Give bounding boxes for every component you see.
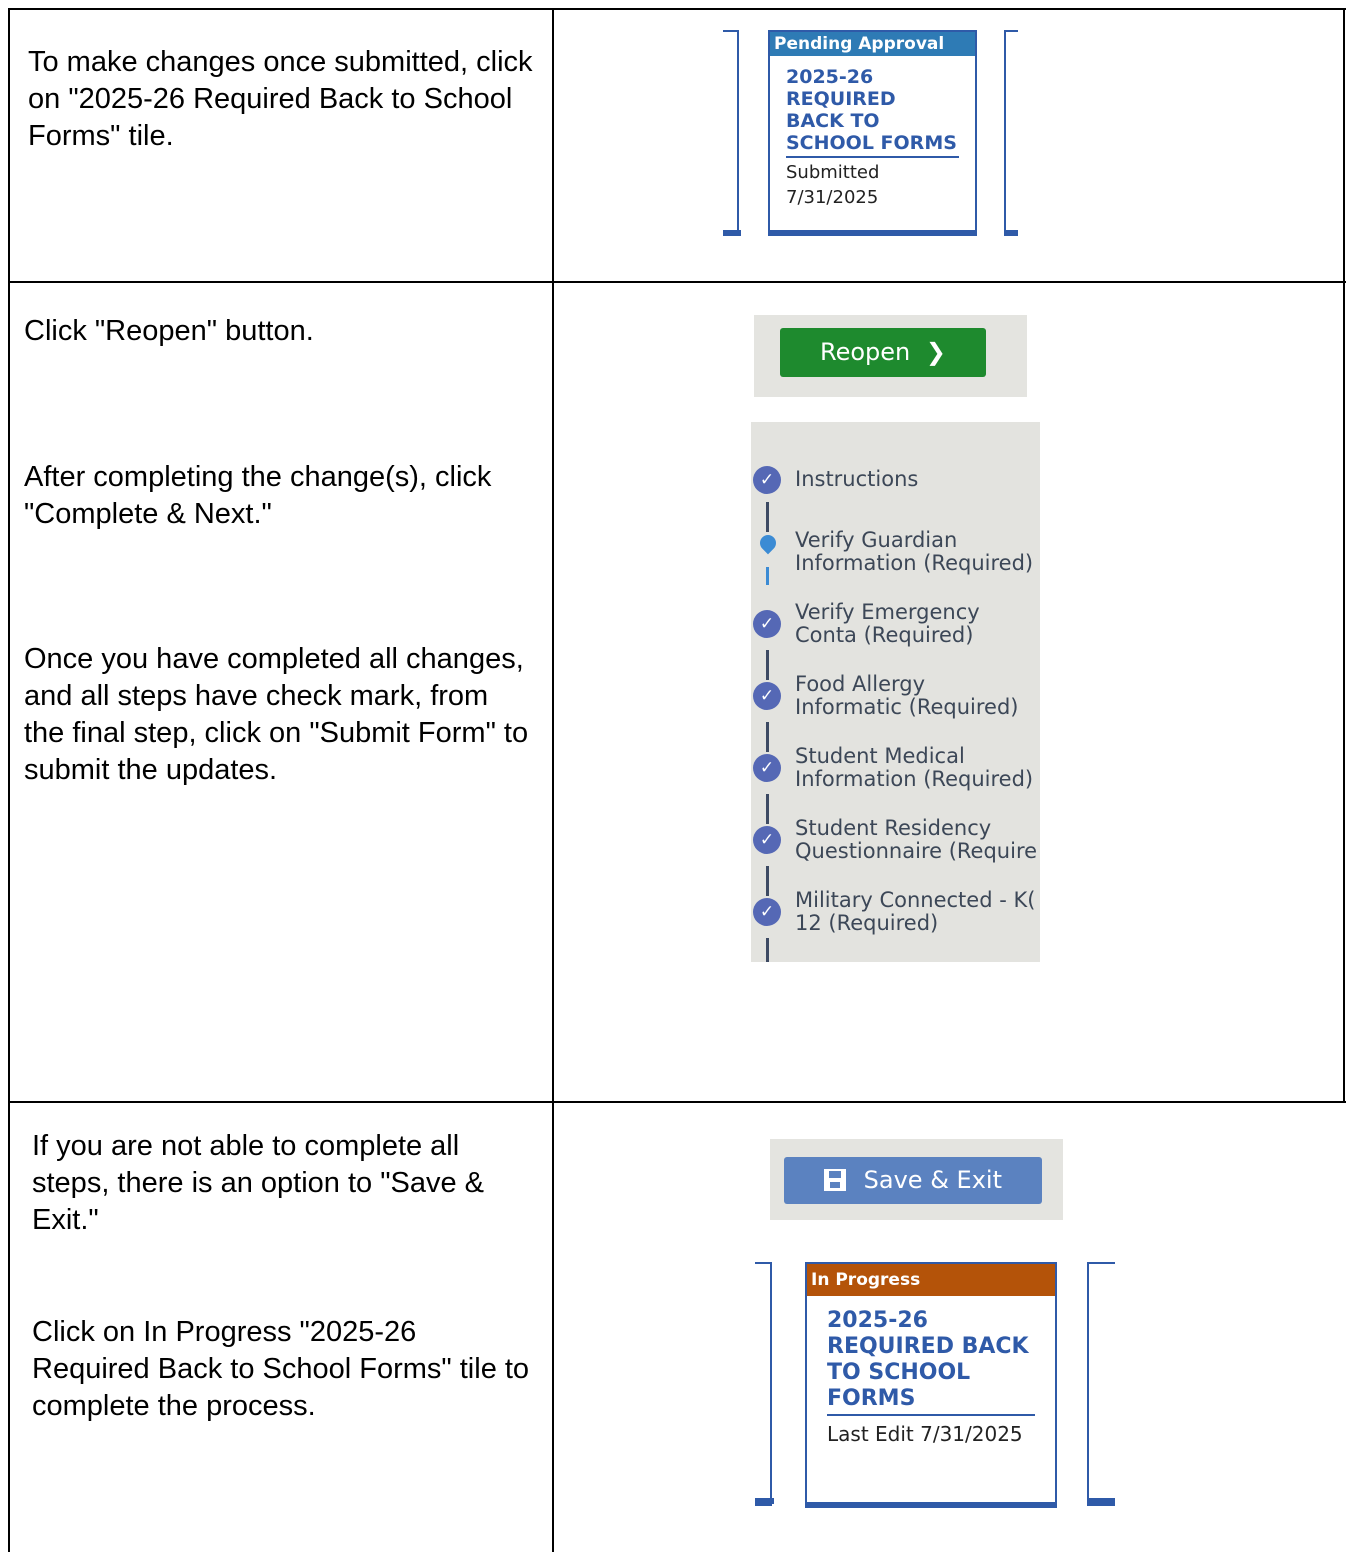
left-bracket: [723, 30, 739, 234]
check-icon: ✓: [753, 754, 781, 782]
left-bracket: [755, 1262, 772, 1506]
step-student-medical[interactable]: Student Medical Information (Required): [795, 745, 1038, 791]
table-border-row2: [8, 1101, 1346, 1103]
table-border-middle: [552, 8, 554, 1552]
check-icon: ✓: [753, 610, 781, 638]
check-icon: ✓: [753, 826, 781, 854]
check-icon: ✓: [753, 466, 781, 494]
step-instructions[interactable]: Instructions: [795, 468, 918, 491]
reopen-button-label: Reopen: [819, 338, 911, 366]
reopen-instruction: Click "Reopen" button.: [24, 315, 314, 347]
steps-sidebar: ✓ Instructions Verify Guardian Informati…: [751, 422, 1040, 962]
reopen-button[interactable]: Reopen ❯: [780, 328, 986, 377]
tile-date: 7/31/2025: [786, 187, 879, 208]
step-verify-emergency[interactable]: Verify Emergency Conta (Required): [795, 601, 1038, 647]
save-exit-screenshot: Save & Exit: [770, 1139, 1063, 1220]
tile-status-text: Submitted: [786, 162, 880, 183]
save-exit-button[interactable]: Save & Exit: [784, 1157, 1042, 1204]
table-border-left: [8, 8, 10, 1552]
save-exit-instruction: If you are not able to complete all step…: [32, 1130, 485, 1236]
check-icon: ✓: [753, 898, 781, 926]
step-food-allergy[interactable]: Food Allergy Informatic (Required): [795, 673, 1038, 719]
tile-status-header: In Progress: [807, 1264, 1055, 1296]
form-tile-in-progress[interactable]: In Progress 2025-26 REQUIRED BACK TO SCH…: [805, 1262, 1057, 1508]
step-verify-guardian[interactable]: Verify Guardian Information (Required): [795, 529, 1038, 575]
right-bracket: [1087, 1262, 1115, 1506]
table-border-row1: [8, 281, 1346, 283]
in-progress-instruction: Click on In Progress "2025-26 Required B…: [32, 1316, 530, 1422]
save-icon: [824, 1169, 847, 1191]
pending-tile-screenshot: Pending Approval 2025-26 REQUIRED BACK T…: [723, 30, 1023, 240]
in-progress-tile-screenshot: In Progress 2025-26 REQUIRED BACK TO SCH…: [755, 1262, 1115, 1552]
form-tile[interactable]: Pending Approval 2025-26 REQUIRED BACK T…: [768, 30, 977, 236]
complete-instruction: After completing the change(s), click "C…: [24, 461, 492, 530]
step-military[interactable]: Military Connected - K( 12 (Required): [795, 889, 1038, 935]
check-icon: ✓: [753, 682, 781, 710]
tile-title[interactable]: 2025-26 REQUIRED BACK TO SCHOOL FORMS: [786, 66, 959, 158]
submit-instruction: Once you have completed all changes, and…: [24, 643, 529, 786]
save-exit-label: Save & Exit: [863, 1166, 1002, 1194]
right-bracket: [1004, 30, 1018, 234]
tile-title[interactable]: 2025-26 REQUIRED BACK TO SCHOOL FORMS: [827, 1308, 1035, 1416]
tile-last-edit: Last Edit 7/31/2025: [827, 1422, 1023, 1446]
reopen-button-screenshot: Reopen ❯: [754, 315, 1027, 397]
step-residency[interactable]: Student Residency Questionnaire (Require: [795, 817, 1038, 863]
table-border-top: [8, 8, 1346, 10]
location-pin-icon: [756, 531, 780, 555]
tile-status-header: Pending Approval: [770, 32, 975, 56]
instruction-text: To make changes once submitted, click on…: [28, 46, 533, 152]
table-border-right: [1343, 8, 1345, 1102]
chevron-right-icon: ❯: [925, 338, 946, 366]
